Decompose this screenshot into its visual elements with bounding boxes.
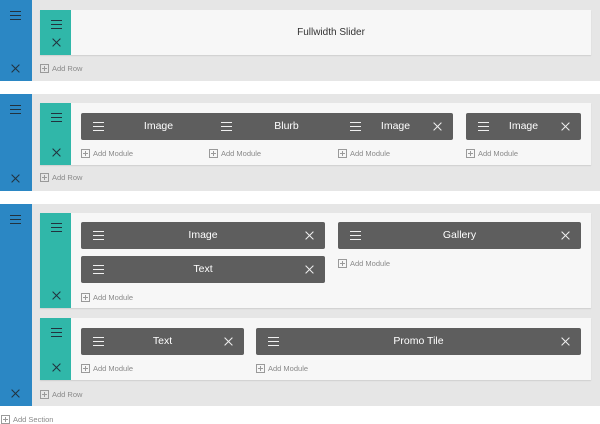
section-3: Image Text Gallery Add Module Add Module — [0, 204, 600, 406]
row-handle[interactable] — [40, 103, 71, 165]
close-icon[interactable] — [52, 148, 61, 157]
close-icon[interactable] — [561, 231, 570, 240]
add-row-label: Add Row — [52, 64, 83, 73]
module-label: Image — [380, 120, 411, 132]
plus-square-icon — [338, 149, 347, 158]
module-label: Text — [152, 335, 173, 347]
module-label: Image — [508, 120, 539, 132]
add-module-label: Add Module — [350, 149, 391, 158]
close-icon[interactable] — [52, 291, 61, 300]
add-module-label: Add Module — [268, 364, 309, 373]
row: Text Promo Tile Add Module Add Module — [40, 318, 591, 380]
section-handle[interactable] — [0, 0, 32, 81]
add-module-label: Add Module — [350, 259, 391, 268]
add-module-label: Add Module — [93, 293, 134, 302]
close-icon[interactable] — [305, 265, 314, 274]
add-section-label: Add Section — [13, 415, 54, 424]
close-icon[interactable] — [52, 363, 61, 372]
module-label: Image — [143, 120, 174, 132]
hamburger-icon[interactable] — [221, 122, 232, 131]
row-handle[interactable] — [40, 10, 71, 55]
close-icon[interactable] — [561, 122, 570, 131]
add-module-label: Add Module — [93, 364, 134, 373]
module-label: Gallery — [442, 229, 477, 241]
section-handle[interactable] — [0, 94, 32, 191]
hamburger-icon[interactable] — [350, 231, 361, 240]
module-label: Image — [188, 229, 218, 241]
module-label: Promo Tile — [393, 335, 444, 347]
plus-square-icon — [466, 149, 475, 158]
hamburger-icon[interactable] — [10, 215, 21, 224]
section-2: Image Blurb Image Image Add Module Add M… — [0, 94, 600, 191]
module-promo-tile[interactable]: Promo Tile — [256, 328, 581, 355]
close-icon[interactable] — [561, 337, 570, 346]
hamburger-icon[interactable] — [350, 122, 361, 131]
hamburger-icon[interactable] — [478, 122, 489, 131]
hamburger-icon[interactable] — [10, 11, 21, 20]
close-icon[interactable] — [11, 389, 20, 398]
module-image[interactable]: Image — [466, 113, 581, 140]
hamburger-icon[interactable] — [268, 337, 279, 346]
row: Image Blurb Image Image Add Module Add M… — [40, 103, 591, 165]
close-icon[interactable] — [433, 122, 442, 131]
hamburger-icon[interactable] — [10, 105, 21, 114]
module-label: Blurb — [274, 120, 299, 132]
hamburger-icon[interactable] — [93, 265, 104, 274]
plus-square-icon — [81, 293, 90, 302]
module-label: Text — [193, 263, 213, 275]
section-handle[interactable] — [0, 204, 32, 406]
close-icon[interactable] — [305, 231, 314, 240]
plus-square-icon — [1, 415, 10, 424]
module-image[interactable]: Image — [81, 222, 325, 249]
plus-square-icon — [338, 259, 347, 268]
row-handle[interactable] — [40, 318, 71, 380]
add-module-label: Add Module — [221, 149, 262, 158]
plus-square-icon — [81, 149, 90, 158]
section-1: Fullwidth Slider Add Row — [0, 0, 600, 81]
hamburger-icon[interactable] — [51, 113, 62, 122]
hamburger-icon[interactable] — [51, 328, 62, 337]
hamburger-icon[interactable] — [93, 122, 104, 131]
add-module-label: Add Module — [93, 149, 134, 158]
hamburger-icon[interactable] — [93, 337, 104, 346]
module-image[interactable]: Image — [338, 113, 453, 140]
close-icon[interactable] — [224, 337, 233, 346]
row: Fullwidth Slider — [40, 10, 591, 55]
row-handle[interactable] — [40, 213, 71, 308]
module-text[interactable]: Text — [81, 256, 325, 283]
plus-square-icon — [40, 173, 49, 182]
add-row-label: Add Row — [52, 390, 83, 399]
plus-square-icon — [256, 364, 265, 373]
hamburger-icon[interactable] — [51, 20, 62, 29]
module-gallery[interactable]: Gallery — [338, 222, 581, 249]
hamburger-icon[interactable] — [93, 231, 104, 240]
close-icon[interactable] — [11, 64, 20, 73]
row: Image Text Gallery Add Module Add Module — [40, 213, 591, 308]
add-module-label: Add Module — [478, 149, 519, 158]
close-icon[interactable] — [52, 38, 61, 47]
plus-square-icon — [40, 64, 49, 73]
fullwidth-slider-module[interactable]: Fullwidth Slider — [71, 10, 591, 55]
hamburger-icon[interactable] — [51, 223, 62, 232]
plus-square-icon — [81, 364, 90, 373]
add-row-label: Add Row — [52, 173, 83, 182]
plus-square-icon — [209, 149, 218, 158]
plus-square-icon — [40, 390, 49, 399]
close-icon[interactable] — [11, 174, 20, 183]
module-text[interactable]: Text — [81, 328, 244, 355]
